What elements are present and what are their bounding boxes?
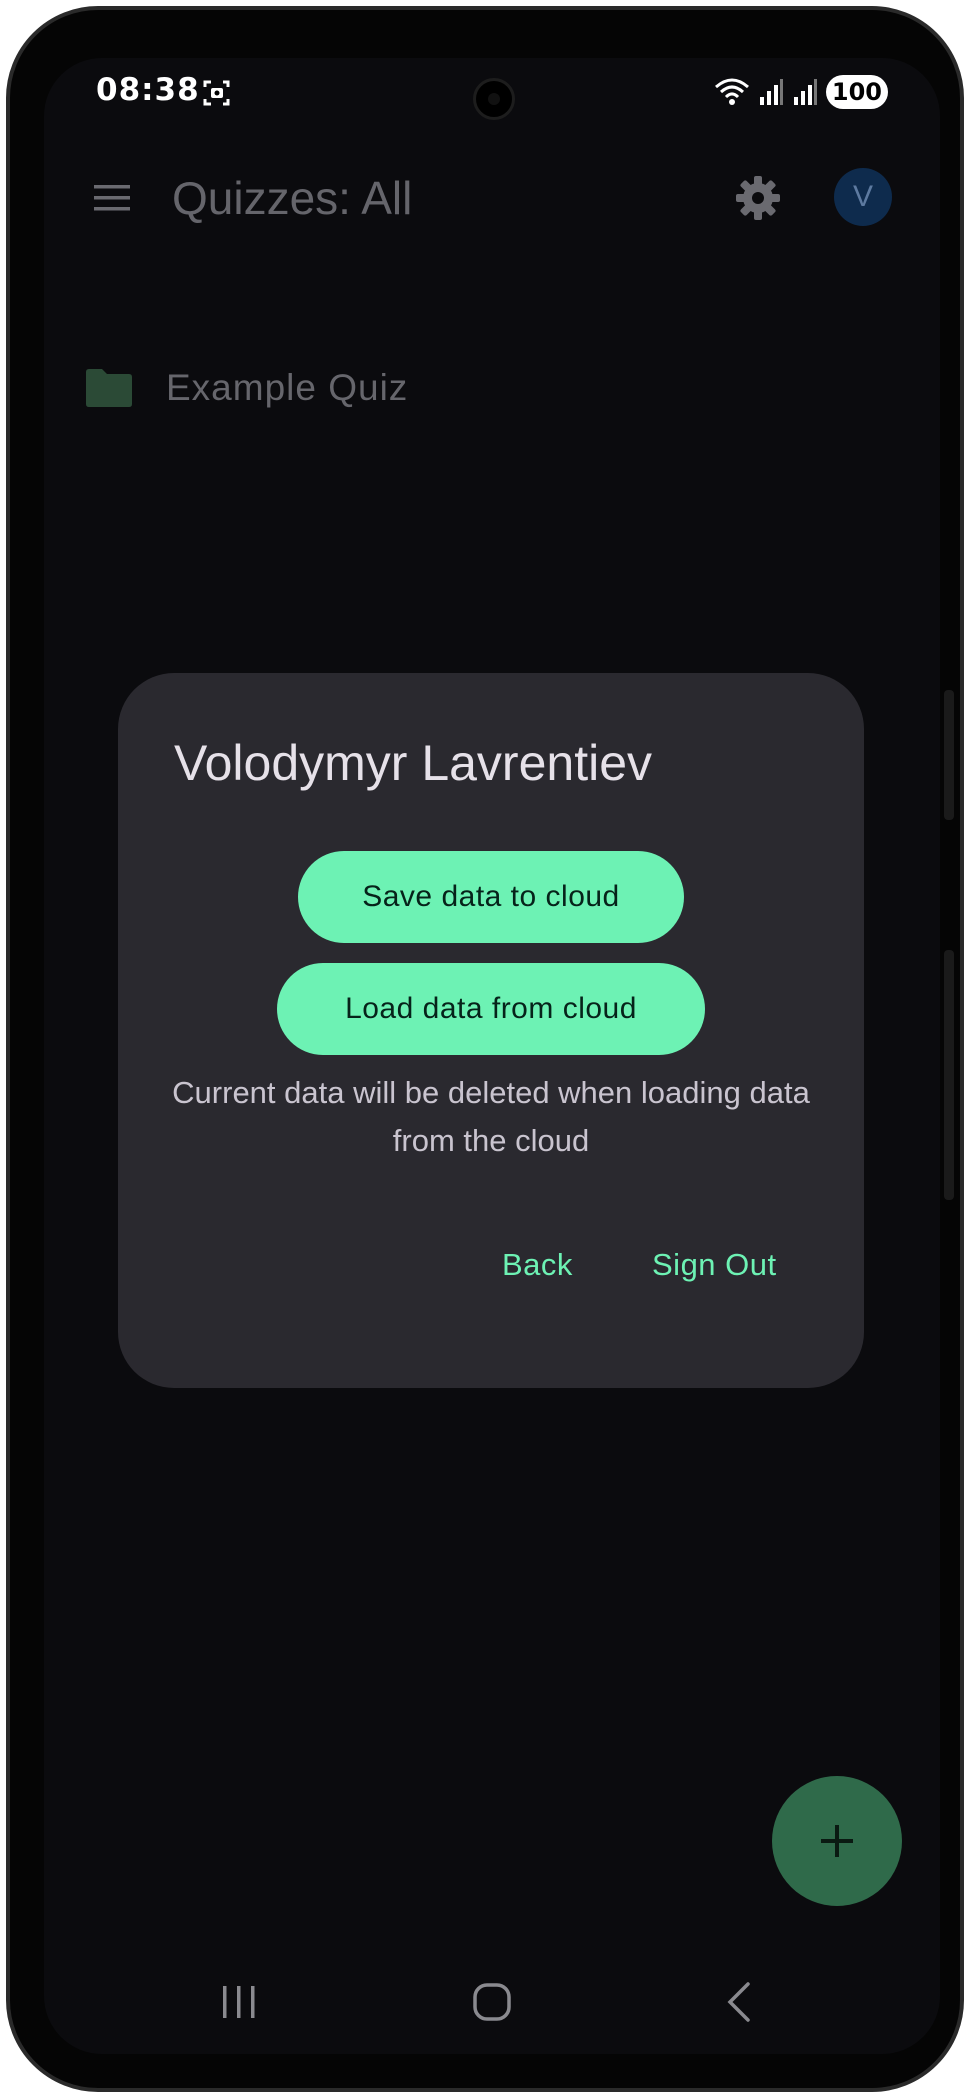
phone-frame: 08:38 100 Quizzes: All V Example Quiz Vo…	[6, 6, 964, 2092]
account-dialog: Volodymyr Lavrentiev Save data to cloud …	[118, 673, 864, 1388]
avatar-initial: V	[852, 180, 873, 213]
menu-icon[interactable]	[94, 183, 130, 213]
back-button[interactable]: Back	[502, 1247, 573, 1283]
dialog-title: Volodymyr Lavrentiev	[174, 735, 653, 791]
front-camera	[473, 78, 515, 120]
sign-out-button[interactable]: Sign Out	[652, 1247, 777, 1283]
back-icon[interactable]	[724, 1980, 754, 2024]
add-quiz-button[interactable]	[772, 1776, 902, 1906]
status-bar: 08:38 100	[44, 58, 940, 128]
signal-icon-2	[793, 79, 817, 105]
volume-button	[944, 690, 954, 820]
list-item[interactable]: Example Quiz	[84, 348, 408, 428]
page-title: Quizzes: All	[172, 172, 413, 224]
dialog-warning-text: Current data will be deleted when loadin…	[172, 1075, 810, 1158]
recent-apps-icon[interactable]	[220, 1984, 258, 2020]
battery-indicator: 100	[825, 75, 888, 109]
signal-icon	[759, 79, 783, 105]
power-button	[944, 950, 954, 1200]
plus-icon	[821, 1825, 853, 1857]
folder-icon	[86, 369, 132, 407]
load-from-cloud-button[interactable]: Load data from cloud	[277, 963, 705, 1055]
screenshot-icon	[203, 80, 230, 106]
status-icons: 100	[714, 75, 888, 109]
list-item-label: Example Quiz	[166, 367, 409, 408]
gear-icon[interactable]	[734, 174, 782, 222]
save-to-cloud-button[interactable]: Save data to cloud	[298, 851, 684, 943]
screen: 08:38 100 Quizzes: All V Example Quiz Vo…	[44, 58, 940, 2054]
avatar[interactable]: V	[834, 168, 892, 226]
home-icon[interactable]	[472, 1982, 512, 2022]
status-time: 08:38	[96, 72, 200, 108]
app-bar: Quizzes: All V	[44, 148, 940, 248]
wifi-icon	[714, 78, 749, 105]
